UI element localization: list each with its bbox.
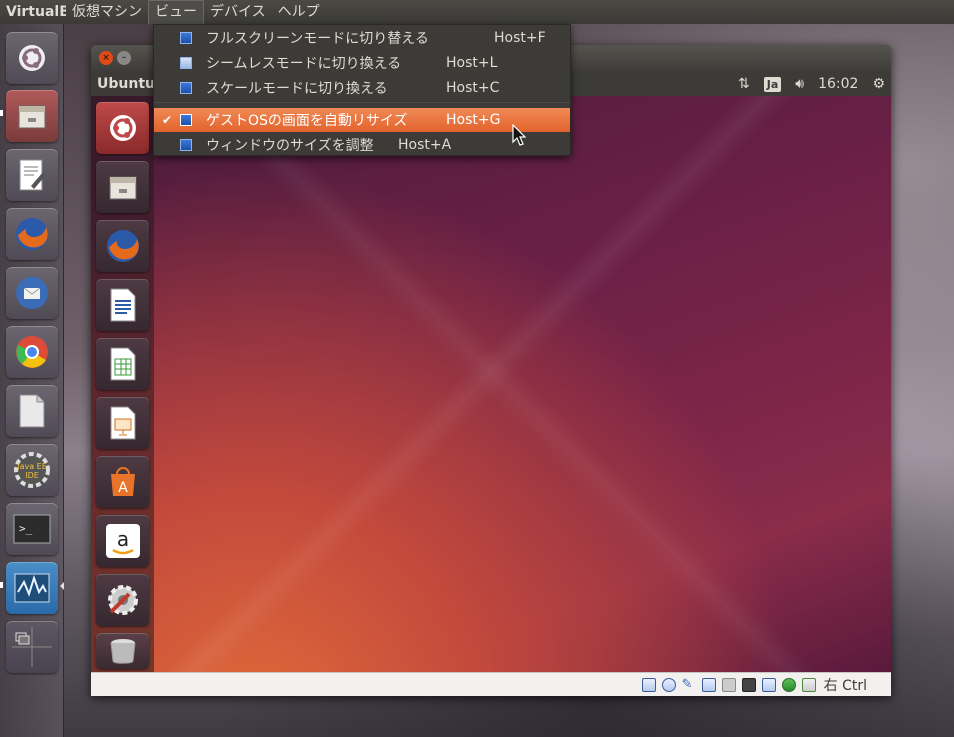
writer-icon[interactable] bbox=[96, 279, 149, 331]
menu-item-label: ゲストOSの画面を自動リサイズ bbox=[206, 113, 408, 129]
menu-separator bbox=[154, 102, 570, 103]
guest-launcher: A a bbox=[91, 96, 154, 672]
scale-icon bbox=[180, 82, 192, 94]
system-settings-icon[interactable] bbox=[96, 574, 149, 626]
close-icon[interactable]: × bbox=[99, 51, 113, 65]
menu-item-shortcut: Host+L bbox=[446, 55, 498, 71]
clock[interactable]: 16:02 bbox=[818, 76, 858, 92]
svg-text:a: a bbox=[116, 527, 128, 551]
menu-item-shortcut: Host+C bbox=[446, 80, 500, 96]
java-ee-ide-icon[interactable]: Java EE IDE bbox=[6, 444, 58, 496]
shared-folders-icon[interactable] bbox=[721, 677, 736, 692]
mouse-integration-icon[interactable] bbox=[781, 677, 796, 692]
host-launcher: Java EE IDE >_ bbox=[0, 24, 64, 737]
calc-icon[interactable] bbox=[96, 338, 149, 390]
software-center-icon[interactable]: A bbox=[96, 456, 149, 508]
menu-item-scale[interactable]: スケールモードに切り換える Host+C bbox=[154, 76, 570, 100]
guest-window-title: Ubuntu bbox=[97, 76, 155, 92]
checkmark-icon: ✔ bbox=[162, 113, 173, 127]
svg-text:Java EE: Java EE bbox=[16, 462, 47, 471]
svg-text:IDE: IDE bbox=[25, 471, 39, 480]
menu-view[interactable]: ビュー bbox=[148, 0, 204, 24]
thunderbird-icon[interactable] bbox=[6, 267, 58, 319]
app-title: VirtualBox bbox=[6, 4, 66, 20]
auto-resize-icon bbox=[180, 114, 192, 126]
menu-item-adjust-window[interactable]: ウィンドウのサイズを調整 Host+A bbox=[154, 133, 570, 157]
view-menu-dropdown: フルスクリーンモードに切り替える Host+F シームレスモードに切り換える H… bbox=[153, 24, 571, 156]
svg-text:A: A bbox=[118, 480, 128, 496]
firefox-icon[interactable] bbox=[96, 220, 149, 272]
menu-machine[interactable]: 仮想マシン bbox=[66, 0, 148, 24]
menu-item-auto-resize[interactable]: ✔ ゲストOSの画面を自動リサイズ Host+G bbox=[154, 108, 570, 132]
firefox-icon[interactable] bbox=[6, 208, 58, 260]
usb-icon[interactable]: ✎ bbox=[682, 677, 696, 692]
ubuntu-dash-icon[interactable] bbox=[96, 102, 149, 154]
svg-text:>_: >_ bbox=[19, 522, 33, 535]
guest-screen[interactable]: Ubuntu ⇅ Ja 🔊︎ 16:02 ⚙ A a bbox=[91, 72, 891, 672]
text-editor-icon[interactable] bbox=[6, 149, 58, 201]
network-icon[interactable]: ⇅ bbox=[738, 76, 750, 92]
system-monitor-icon[interactable] bbox=[6, 562, 58, 614]
menu-devices[interactable]: デバイス bbox=[204, 0, 272, 24]
menu-item-label: フルスクリーンモードに切り替える bbox=[206, 31, 429, 47]
menu-item-fullscreen[interactable]: フルスクリーンモードに切り替える Host+F bbox=[154, 26, 570, 50]
menu-help[interactable]: ヘルプ bbox=[272, 0, 326, 24]
host-key-label: 右 Ctrl bbox=[823, 677, 867, 694]
host-top-panel: VirtualBox 仮想マシン ビュー デバイス ヘルプ bbox=[0, 0, 954, 24]
fullscreen-icon bbox=[180, 32, 192, 44]
video-capture-icon[interactable] bbox=[741, 677, 756, 692]
adjust-window-icon bbox=[180, 139, 192, 151]
menu-item-shortcut: Host+A bbox=[398, 137, 452, 153]
keyboard-capture-icon[interactable] bbox=[801, 677, 816, 692]
terminal-icon[interactable]: >_ bbox=[6, 503, 58, 555]
files-icon[interactable] bbox=[6, 90, 58, 142]
volume-icon[interactable]: 🔊︎ bbox=[795, 76, 804, 92]
trash-icon[interactable] bbox=[96, 633, 149, 669]
menu-item-label: ウィンドウのサイズを調整 bbox=[206, 138, 374, 154]
impress-icon[interactable] bbox=[96, 397, 149, 449]
menu-item-label: シームレスモードに切り換える bbox=[206, 56, 402, 72]
workspace-switcher-icon[interactable] bbox=[6, 621, 58, 673]
chrome-icon[interactable] bbox=[6, 326, 58, 378]
guest-indicators: ⇅ Ja 🔊︎ 16:02 ⚙ bbox=[738, 72, 885, 96]
files-icon[interactable] bbox=[96, 161, 149, 213]
optical-drive-icon[interactable] bbox=[661, 677, 676, 692]
menu-item-shortcut: Host+G bbox=[446, 112, 501, 128]
keyboard-indicator[interactable]: Ja bbox=[763, 76, 782, 92]
menu-item-shortcut: Host+F bbox=[494, 30, 546, 46]
libreoffice-icon[interactable] bbox=[6, 385, 58, 437]
minimize-icon[interactable]: – bbox=[117, 51, 131, 65]
network-adapter-icon[interactable] bbox=[701, 677, 716, 692]
menu-item-label: スケールモードに切り換える bbox=[206, 81, 388, 97]
capture-icon[interactable] bbox=[761, 677, 776, 692]
amazon-icon[interactable]: a bbox=[96, 515, 149, 567]
mouse-cursor-icon bbox=[512, 124, 526, 146]
menu-item-seamless[interactable]: シームレスモードに切り換える Host+L bbox=[154, 51, 570, 75]
gear-icon[interactable]: ⚙ bbox=[872, 76, 885, 92]
hard-disk-icon[interactable] bbox=[641, 677, 656, 692]
seamless-icon bbox=[180, 57, 192, 69]
vm-statusbar: ✎ 右 Ctrl bbox=[91, 672, 891, 696]
ubuntu-dash-icon[interactable] bbox=[6, 32, 58, 84]
